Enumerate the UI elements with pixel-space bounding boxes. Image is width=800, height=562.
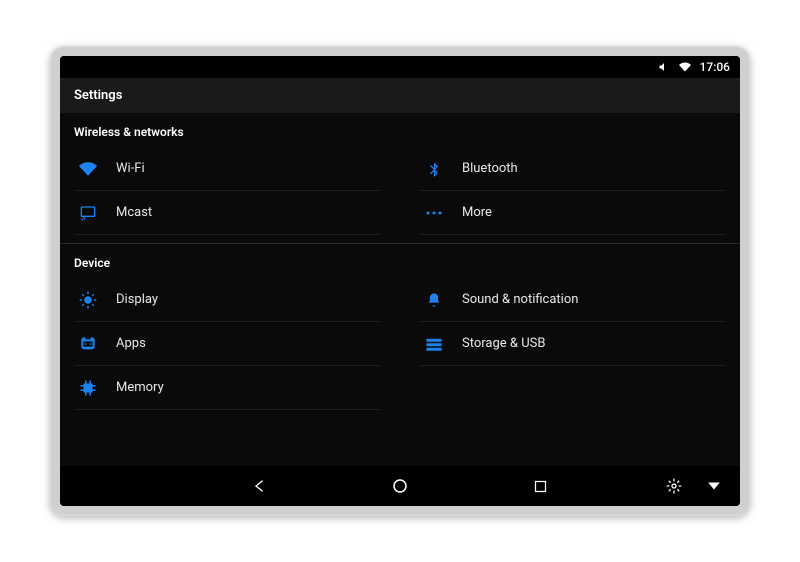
nav-recent-button[interactable] [530, 476, 550, 496]
cast-icon [74, 205, 102, 221]
display-icon [74, 291, 102, 309]
status-bar: 17:06 [60, 56, 740, 78]
item-label: Mcast [116, 205, 152, 220]
item-bluetooth[interactable]: Bluetooth [420, 147, 726, 191]
item-apps[interactable]: Apps [74, 322, 380, 366]
more-icon [420, 210, 448, 216]
screen: 17:06 Settings Wireless & networks Wi-Fi [60, 56, 740, 506]
nav-settings-button[interactable] [664, 476, 684, 496]
settings-content: Wireless & networks Wi-Fi Bluetooth [60, 113, 740, 466]
item-label: Apps [116, 336, 146, 351]
item-memory[interactable]: Memory [74, 366, 380, 410]
wifi-icon [74, 160, 102, 178]
item-label: Memory [116, 380, 164, 395]
item-display[interactable]: Display [74, 278, 380, 322]
item-label: Wi-Fi [116, 161, 145, 176]
item-label: Sound & notification [462, 292, 578, 307]
item-sound[interactable]: Sound & notification [420, 278, 726, 322]
wifi-status-icon [678, 61, 692, 73]
nav-home-button[interactable] [390, 476, 410, 496]
storage-icon [420, 337, 448, 351]
navigation-bar [60, 466, 740, 506]
clock: 17:06 [700, 60, 730, 74]
item-label: Bluetooth [462, 161, 518, 176]
item-label: Display [116, 292, 158, 307]
bell-icon [420, 291, 448, 309]
item-label: More [462, 205, 492, 220]
section-device-grid: Display Sound & notification Apps [60, 278, 740, 410]
tablet-frame: 17:06 Settings Wireless & networks Wi-Fi [50, 46, 750, 516]
item-more[interactable]: More [420, 191, 726, 235]
section-wireless-grid: Wi-Fi Bluetooth Mcast [60, 147, 740, 235]
item-label: Storage & USB [462, 336, 545, 351]
bluetooth-icon [420, 161, 448, 177]
apps-icon [74, 335, 102, 353]
nav-back-button[interactable] [250, 476, 270, 496]
page-title: Settings [74, 88, 122, 103]
section-wireless-title: Wireless & networks [60, 113, 740, 147]
nav-dropdown-button[interactable] [704, 476, 724, 496]
item-mcast[interactable]: Mcast [74, 191, 380, 235]
page-title-bar: Settings [60, 78, 740, 113]
memory-icon [74, 379, 102, 397]
item-storage[interactable]: Storage & USB [420, 322, 726, 366]
item-wifi[interactable]: Wi-Fi [74, 147, 380, 191]
volume-icon [658, 61, 670, 73]
section-device-title: Device [60, 244, 740, 278]
